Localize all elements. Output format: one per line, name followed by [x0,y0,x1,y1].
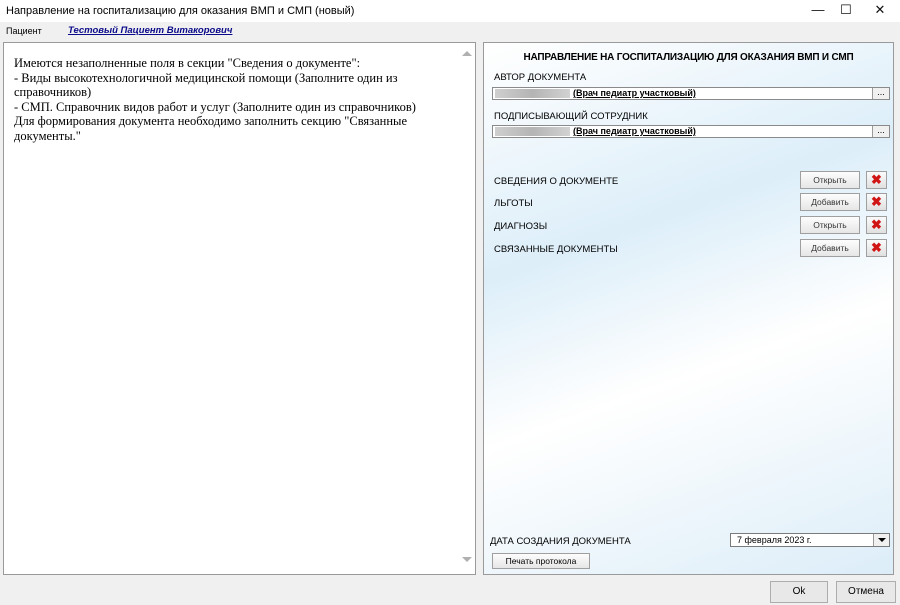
author-role: (Врач педиатр участковый) [573,88,696,98]
section-diagnoses-delete-icon[interactable]: ✖ [866,216,887,234]
author-select-button[interactable]: ... [872,88,889,99]
section-document-info-delete-icon[interactable]: ✖ [866,171,887,189]
section-benefits-add-button[interactable]: Добавить [800,193,860,211]
section-related-docs-add-button[interactable]: Добавить [800,239,860,257]
creation-date-label: ДАТА СОЗДАНИЯ ДОКУМЕНТА [490,536,631,547]
creation-date-picker[interactable]: 7 февраля 2023 г. [730,533,890,547]
creation-date-value: 7 февраля 2023 г. [737,535,812,545]
author-label: АВТОР ДОКУМЕНТА [494,72,587,83]
signer-label: ПОДПИСЫВАЮЩИЙ СОТРУДНИК [494,111,648,122]
section-document-info-label: СВЕДЕНИЯ О ДОКУМЕНТЕ [494,176,619,187]
patient-name-link[interactable]: Тестовый Пациент Витакорович [68,25,232,36]
close-button[interactable]: ✕ [860,0,900,22]
message-line: - Виды высокотехнологичной медицинской п… [14,70,398,100]
print-protocol-button[interactable]: Печать протокола [492,553,590,569]
window-title-bar: Направление на госпитализацию для оказан… [0,0,900,22]
section-diagnoses-label: ДИАГНОЗЫ [494,221,548,232]
ok-button[interactable]: Ok [770,581,828,603]
message-line: Имеются незаполненные поля в секции "Све… [14,56,361,70]
date-dropdown-button[interactable] [873,534,889,546]
patient-label: Пациент [6,26,42,36]
cancel-button[interactable]: Отмена [836,581,896,603]
message-line: - СМП. Справочник видов работ и услуг (З… [14,99,416,114]
patient-row: Пациент Тестовый Пациент Витакорович [0,22,900,40]
section-benefits-label: ЛЬГОТЫ [494,198,533,209]
section-document-info-open-button[interactable]: Открыть [800,171,860,189]
author-field[interactable]: (Врач педиатр участковый) ... [492,87,890,100]
validation-messages: Имеются незаполненные поля в секции "Све… [14,56,454,143]
message-line: Для формирования документа необходимо за… [14,114,407,143]
section-related-docs-label: СВЯЗАННЫЕ ДОКУМЕНТЫ [494,244,618,255]
section-diagnoses-open-button[interactable]: Открыть [800,216,860,234]
vertical-scrollbar[interactable] [458,43,475,574]
scroll-down-icon[interactable] [462,557,472,562]
chevron-down-icon [878,538,886,542]
signer-name-redacted [495,127,570,136]
author-name-redacted [495,89,570,98]
messages-panel: Имеются незаполненные поля в секции "Све… [3,42,476,575]
section-related-docs-delete-icon[interactable]: ✖ [866,239,887,257]
signer-role: (Врач педиатр участковый) [573,126,696,136]
signer-select-button[interactable]: ... [872,126,889,137]
signer-field[interactable]: (Врач педиатр участковый) ... [492,125,890,138]
section-benefits-delete-icon[interactable]: ✖ [866,193,887,211]
document-form-panel: НАПРАВЛЕНИЕ НА ГОСПИТАЛИЗАЦИЮ ДЛЯ ОКАЗАН… [483,42,894,575]
form-title: НАПРАВЛЕНИЕ НА ГОСПИТАЛИЗАЦИЮ ДЛЯ ОКАЗАН… [523,52,854,63]
scroll-up-icon[interactable] [462,51,472,56]
window-title: Направление на госпитализацию для оказан… [6,5,355,17]
